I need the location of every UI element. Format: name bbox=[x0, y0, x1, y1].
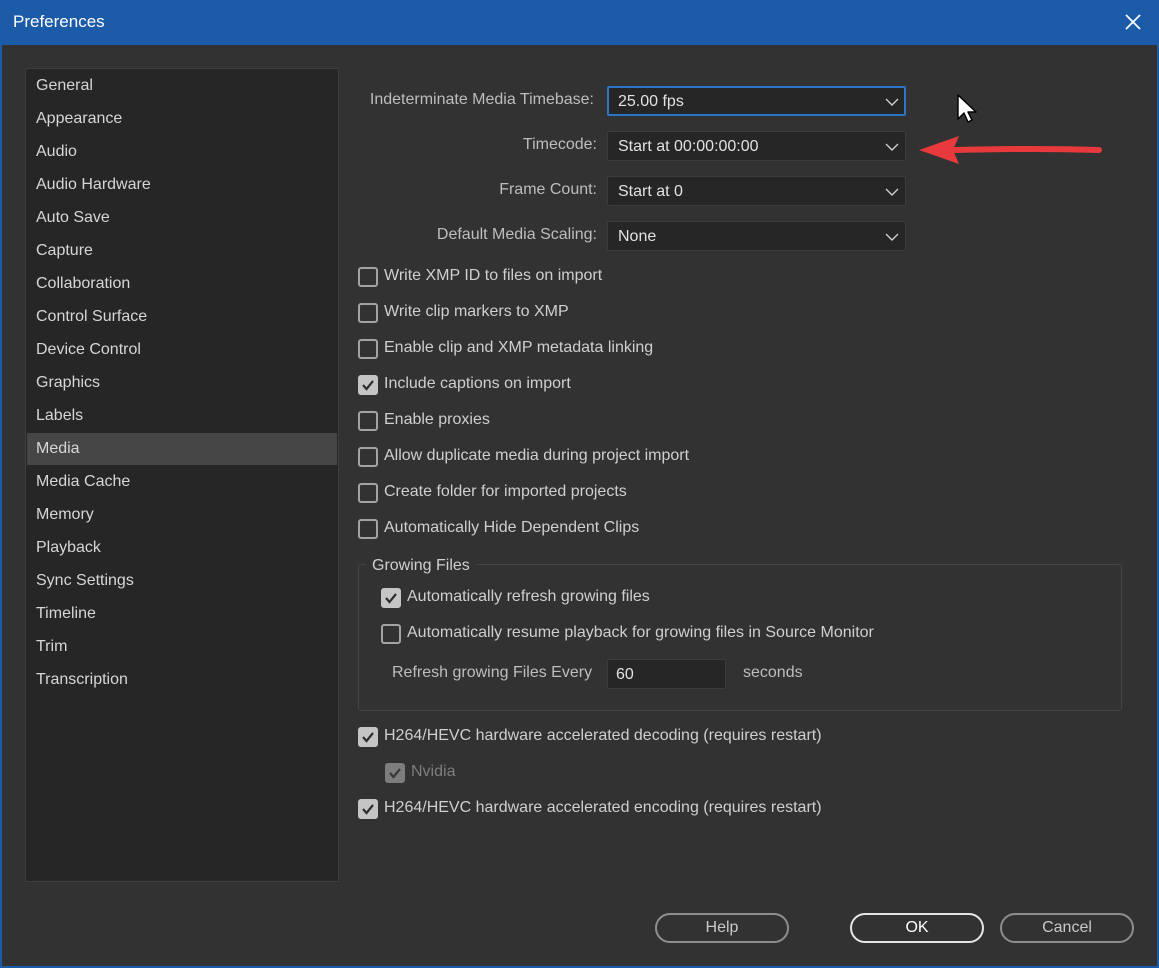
checkbox-box[interactable] bbox=[358, 411, 378, 431]
sidebar-item-transcription[interactable]: Transcription bbox=[27, 664, 337, 696]
checkbox-box[interactable] bbox=[358, 375, 378, 395]
checkbox-box[interactable] bbox=[381, 624, 401, 644]
sidebar-item-media[interactable]: Media bbox=[27, 433, 337, 465]
checkmark-icon bbox=[362, 380, 374, 391]
checkbox-box[interactable] bbox=[358, 519, 378, 539]
media-scaling-value: None bbox=[618, 228, 657, 245]
timebase-value: 25.00 fps bbox=[618, 93, 684, 110]
sidebar-item-timeline[interactable]: Timeline bbox=[27, 598, 337, 630]
checkbox-box[interactable] bbox=[381, 588, 401, 608]
frame-count-dropdown[interactable]: Start at 0 bbox=[607, 176, 906, 206]
window-title: Preferences bbox=[13, 12, 105, 31]
checkmark-icon bbox=[389, 768, 401, 779]
sidebar-item-media-cache[interactable]: Media Cache bbox=[27, 466, 337, 498]
cancel-button[interactable]: Cancel bbox=[1000, 913, 1134, 943]
checkbox-box[interactable] bbox=[358, 339, 378, 359]
checkmark-icon bbox=[362, 732, 374, 743]
sidebar-item-auto-save[interactable]: Auto Save bbox=[27, 202, 337, 234]
chevron-down-icon bbox=[885, 233, 899, 241]
checkbox-box[interactable] bbox=[358, 483, 378, 503]
chevron-down-icon bbox=[885, 98, 899, 106]
checkbox-box[interactable] bbox=[385, 763, 405, 783]
checkbox-box[interactable] bbox=[358, 727, 378, 747]
mouse-cursor-icon bbox=[957, 94, 977, 123]
sidebar-item-memory[interactable]: Memory bbox=[27, 499, 337, 531]
sidebar-item-collaboration[interactable]: Collaboration bbox=[27, 268, 337, 300]
sidebar-item-appearance[interactable]: Appearance bbox=[27, 103, 337, 135]
sidebar-item-control-surface[interactable]: Control Surface bbox=[27, 301, 337, 333]
sidebar-item-device-control[interactable]: Device Control bbox=[27, 334, 337, 366]
timecode-dropdown[interactable]: Start at 00:00:00:00 bbox=[607, 131, 906, 161]
sidebar-item-sync-settings[interactable]: Sync Settings bbox=[27, 565, 337, 597]
media-scaling-label: Default Media Scaling: bbox=[436, 226, 597, 243]
checkbox-box[interactable] bbox=[358, 303, 378, 323]
sidebar-item-audio[interactable]: Audio bbox=[27, 136, 337, 168]
checkmark-icon bbox=[362, 804, 374, 815]
frame-count-value: Start at 0 bbox=[618, 183, 683, 200]
sidebar-item-trim[interactable]: Trim bbox=[27, 631, 337, 663]
sidebar-item-general[interactable]: General bbox=[27, 70, 337, 102]
refresh-interval-label: Refresh growing Files Every bbox=[392, 664, 593, 681]
growing-files-title: Growing Files bbox=[366, 554, 476, 578]
checkbox-box[interactable] bbox=[358, 267, 378, 287]
timebase-label: Indeterminate Media Timebase: bbox=[369, 91, 594, 108]
checkmark-icon bbox=[385, 593, 397, 604]
preferences-sidebar: General Appearance Audio Audio Hardware … bbox=[25, 68, 339, 882]
chevron-down-icon bbox=[885, 188, 899, 196]
title-bar: Preferences bbox=[0, 0, 1159, 45]
checkbox-box[interactable] bbox=[358, 799, 378, 819]
sidebar-item-labels[interactable]: Labels bbox=[27, 400, 337, 432]
media-scaling-dropdown[interactable]: None bbox=[607, 221, 906, 251]
timecode-value: Start at 00:00:00:00 bbox=[618, 138, 759, 155]
close-icon[interactable] bbox=[1119, 8, 1147, 36]
checkbox-box[interactable] bbox=[358, 447, 378, 467]
sidebar-item-audio-hardware[interactable]: Audio Hardware bbox=[27, 169, 337, 201]
timecode-label: Timecode: bbox=[522, 136, 597, 153]
help-button[interactable]: Help bbox=[655, 913, 789, 943]
ok-button[interactable]: OK bbox=[850, 913, 984, 943]
sidebar-item-playback[interactable]: Playback bbox=[27, 532, 337, 564]
timebase-dropdown[interactable]: 25.00 fps bbox=[607, 86, 906, 116]
annotation-arrow-icon bbox=[919, 136, 1102, 164]
refresh-interval-input[interactable]: 60 bbox=[607, 659, 726, 689]
refresh-interval-unit: seconds bbox=[743, 664, 803, 681]
frame-count-label: Frame Count: bbox=[499, 181, 597, 198]
sidebar-item-graphics[interactable]: Graphics bbox=[27, 367, 337, 399]
chevron-down-icon bbox=[885, 143, 899, 151]
sidebar-item-capture[interactable]: Capture bbox=[27, 235, 337, 267]
